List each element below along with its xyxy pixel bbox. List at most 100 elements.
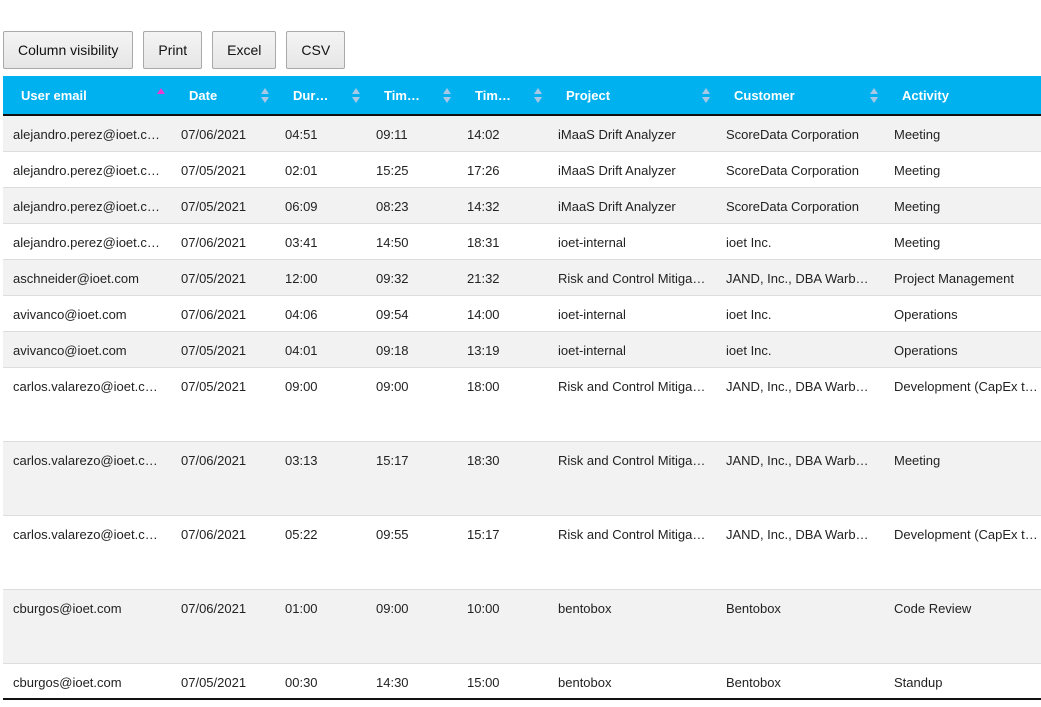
cell-customer: ScoreData Corporation <box>716 187 884 224</box>
cell-user-email: carlos.valarezo@ioet.c… <box>3 367 171 442</box>
cell-duration: 04:01 <box>275 331 366 368</box>
cell-duration: 01:00 <box>275 589 366 664</box>
header-row: User email Date Durati… Time in Time out Proj… <box>3 76 1041 116</box>
table-body: alejandro.perez@ioet.c… 07/06/2021 04:51 09… <box>3 115 1041 700</box>
cell-date: 07/06/2021 <box>171 295 275 332</box>
cell-user-email: alejandro.perez@ioet.c… <box>3 115 171 152</box>
cell-duration: 09:00 <box>275 367 366 442</box>
column-header-date[interactable]: Date <box>171 76 275 116</box>
cell-customer: Bentobox <box>716 589 884 664</box>
cell-activity: Standup <box>884 663 1041 700</box>
cell-project: bentobox <box>548 589 716 664</box>
table-row[interactable]: alejandro.perez@ioet.c… 07/06/2021 03:41 14… <box>3 223 1041 260</box>
table-row[interactable]: carlos.valarezo@ioet.c… 07/05/2021 09:00 09… <box>3 367 1041 442</box>
column-header-duration[interactable]: Durati… <box>275 76 366 116</box>
table-row[interactable]: avivanco@ioet.com 07/05/2021 04:01 09:18 13:… <box>3 331 1041 368</box>
column-header-project[interactable]: Project <box>548 76 716 116</box>
cell-time-in: 08:23 <box>366 187 457 224</box>
cell-time-in: 09:32 <box>366 259 457 296</box>
table-row[interactable]: alejandro.perez@ioet.c… 07/05/2021 06:09 08… <box>3 187 1041 224</box>
excel-export-button[interactable]: Excel <box>212 31 277 69</box>
cell-activity: Meeting <box>884 223 1041 260</box>
cell-date: 07/06/2021 <box>171 589 275 664</box>
cell-time-out: 15:00 <box>457 663 548 700</box>
cell-project: iMaaS Drift Analyzer <box>548 187 716 224</box>
sort-icon <box>702 88 710 103</box>
cell-user-email: alejandro.perez@ioet.c… <box>3 223 171 260</box>
table-header: User email Date Durati… Time in Time out Proj… <box>3 76 1041 116</box>
cell-user-email: cburgos@ioet.com <box>3 589 171 664</box>
cell-date: 07/05/2021 <box>171 331 275 368</box>
cell-time-out: 10:00 <box>457 589 548 664</box>
column-header-time-out[interactable]: Time out <box>457 76 548 116</box>
cell-time-out: 17:26 <box>457 151 548 188</box>
cell-user-email: carlos.valarezo@ioet.c… <box>3 515 171 590</box>
sort-icon <box>261 88 269 103</box>
column-header-label: User email <box>21 87 87 103</box>
cell-activity: Project Management <box>884 259 1041 296</box>
cell-date: 07/05/2021 <box>171 151 275 188</box>
table-row[interactable]: cburgos@ioet.com 07/05/2021 00:30 14:30 15:0… <box>3 663 1041 700</box>
table-row[interactable]: alejandro.perez@ioet.c… 07/05/2021 02:01 15… <box>3 151 1041 188</box>
cell-customer: ioet Inc. <box>716 331 884 368</box>
sort-icon <box>352 88 360 103</box>
cell-duration: 03:41 <box>275 223 366 260</box>
table-row[interactable]: cburgos@ioet.com 07/06/2021 01:00 09:00 10:0… <box>3 589 1041 664</box>
time-entries-table: User email Date Durati… Time in Time out Proj… <box>3 76 1041 700</box>
cell-date: 07/05/2021 <box>171 367 275 442</box>
cell-activity: Operations <box>884 331 1041 368</box>
cell-date: 07/06/2021 <box>171 441 275 516</box>
cell-customer: JAND, Inc., DBA Warb… <box>716 441 884 516</box>
cell-duration: 12:00 <box>275 259 366 296</box>
sort-ascending-icon <box>157 88 165 103</box>
cell-time-in: 15:17 <box>366 441 457 516</box>
cell-customer: ioet Inc. <box>716 223 884 260</box>
cell-activity: Operations <box>884 295 1041 332</box>
cell-user-email: avivanco@ioet.com <box>3 331 171 368</box>
table-row[interactable]: carlos.valarezo@ioet.c… 07/06/2021 03:13 15… <box>3 441 1041 516</box>
cell-user-email: carlos.valarezo@ioet.c… <box>3 441 171 516</box>
table-row[interactable]: carlos.valarezo@ioet.c… 07/06/2021 05:22 09… <box>3 515 1041 590</box>
sort-icon <box>870 88 878 103</box>
cell-duration: 05:22 <box>275 515 366 590</box>
cell-customer: JAND, Inc., DBA Warb… <box>716 259 884 296</box>
cell-user-email: alejandro.perez@ioet.c… <box>3 187 171 224</box>
sort-icon <box>443 88 451 103</box>
cell-user-email: avivanco@ioet.com <box>3 295 171 332</box>
cell-activity: Meeting <box>884 115 1041 152</box>
csv-export-button[interactable]: CSV <box>286 31 346 69</box>
cell-time-out: 13:19 <box>457 331 548 368</box>
cell-customer: ScoreData Corporation <box>716 115 884 152</box>
column-header-label: Time out <box>475 87 529 103</box>
cell-date: 07/06/2021 <box>171 223 275 260</box>
time-entries-table-container: User email Date Durati… Time in Time out Proj… <box>3 76 1041 707</box>
cell-activity: Meeting <box>884 187 1041 224</box>
cell-time-out: 21:32 <box>457 259 548 296</box>
column-header-label: Time in <box>384 87 430 103</box>
cell-duration: 04:06 <box>275 295 366 332</box>
cell-activity: Meeting <box>884 151 1041 188</box>
cell-time-out: 15:17 <box>457 515 548 590</box>
cell-customer: ScoreData Corporation <box>716 151 884 188</box>
cell-project: Risk and Control Mitiga… <box>548 441 716 516</box>
cell-time-in: 09:55 <box>366 515 457 590</box>
print-button[interactable]: Print <box>143 31 203 69</box>
table-row[interactable]: alejandro.perez@ioet.c… 07/06/2021 04:51 09… <box>3 115 1041 152</box>
table-row[interactable]: avivanco@ioet.com 07/06/2021 04:06 09:54 14:… <box>3 295 1041 332</box>
cell-time-in: 15:25 <box>366 151 457 188</box>
column-header-activity[interactable]: Activity <box>884 76 1041 116</box>
column-visibility-button[interactable]: Column visibility <box>3 31 134 69</box>
column-header-time-in[interactable]: Time in <box>366 76 457 116</box>
cell-activity: Development (CapEx t… <box>884 367 1041 442</box>
column-header-label: Durati… <box>293 87 344 103</box>
column-header-user-email[interactable]: User email <box>3 76 171 116</box>
cell-duration: 06:09 <box>275 187 366 224</box>
cell-date: 07/06/2021 <box>171 115 275 152</box>
cell-date: 07/05/2021 <box>171 259 275 296</box>
cell-time-in: 14:30 <box>366 663 457 700</box>
column-header-customer[interactable]: Customer <box>716 76 884 116</box>
table-row[interactable]: aschneider@ioet.com 07/05/2021 12:00 09:32 2… <box>3 259 1041 296</box>
cell-time-out: 14:00 <box>457 295 548 332</box>
cell-time-in: 09:11 <box>366 115 457 152</box>
cell-user-email: aschneider@ioet.com <box>3 259 171 296</box>
